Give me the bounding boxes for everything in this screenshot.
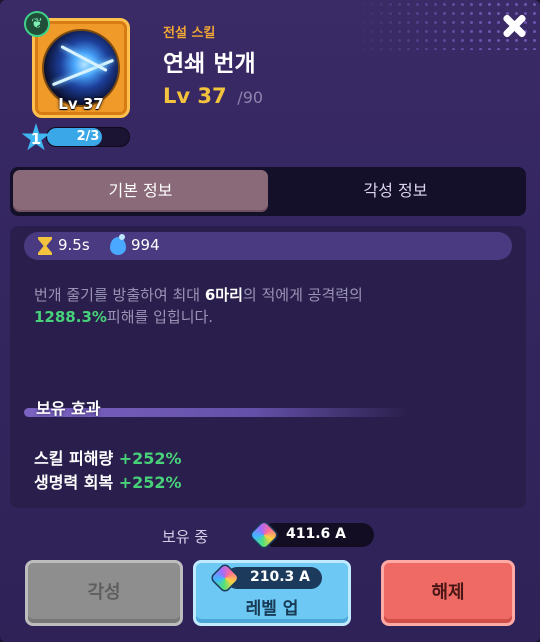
desc-part1: 번개 줄기를 방출하여 최대 xyxy=(34,286,205,304)
level-row: Lv 37 /90 xyxy=(163,84,263,108)
tab-basic-info[interactable]: 기본 정보 xyxy=(13,170,268,212)
skill-description: 번개 줄기를 방출하여 최대 6마리의 적에게 공격력의 1288.3%피해를 … xyxy=(34,284,504,328)
skill-detail-panel: Lv 37 ❦ 2/3 1 전설 스킬 연쇄 번개 Lv 37 /90 기본 정… xyxy=(0,0,540,642)
skill-icon-frame: Lv 37 xyxy=(32,18,130,118)
effect-label: 생명력 회복 xyxy=(34,473,119,492)
cooldown-value: 9.5s xyxy=(58,236,90,254)
stat-bar xyxy=(24,232,512,260)
levelup-cost: 210.3 A xyxy=(250,569,310,585)
tab-awaken-info[interactable]: 각성 정보 xyxy=(268,170,523,212)
mana-icon xyxy=(110,234,126,255)
skill-icon-level: Lv 37 xyxy=(58,95,104,113)
leaf-icon: ❦ xyxy=(24,11,50,37)
awaken-progress-text: 2/3 xyxy=(76,129,100,144)
close-icon[interactable] xyxy=(496,8,532,44)
desc-part2: 의 적에게 공격력의 xyxy=(242,286,363,304)
effect-value: +252% xyxy=(118,473,182,492)
owned-label: 보유 중 xyxy=(162,528,209,546)
effect-label: 스킬 피해량 xyxy=(34,449,119,468)
skill-grade: 전설 스킬 xyxy=(163,26,216,41)
mana-cost-value: 994 xyxy=(131,236,160,254)
effect-item: 스킬 피해량 +252% xyxy=(34,445,182,469)
owned-value: 411.6 A xyxy=(286,526,346,542)
awaken-button[interactable]: 각성 xyxy=(25,560,183,626)
effect-title: 보유 효과 xyxy=(36,399,101,418)
effect-value: +252% xyxy=(118,449,182,468)
levelup-label: 레벨 업 xyxy=(245,599,299,619)
release-button[interactable]: 해제 xyxy=(381,560,515,626)
desc-highlight: 6마리 xyxy=(204,286,243,304)
skill-name: 연쇄 번개 xyxy=(163,51,256,77)
info-tabs: 기본 정보 각성 정보 xyxy=(10,167,526,216)
awaken-progress-bar: 2/3 xyxy=(46,127,130,147)
desc-part3: 피해를 입힙니다. xyxy=(106,308,214,326)
desc-percent: 1288.3% xyxy=(34,308,107,326)
level-current: Lv 37 xyxy=(163,84,227,108)
level-max: /90 xyxy=(237,88,264,107)
effect-item: 생명력 회복 +252% xyxy=(34,469,182,493)
